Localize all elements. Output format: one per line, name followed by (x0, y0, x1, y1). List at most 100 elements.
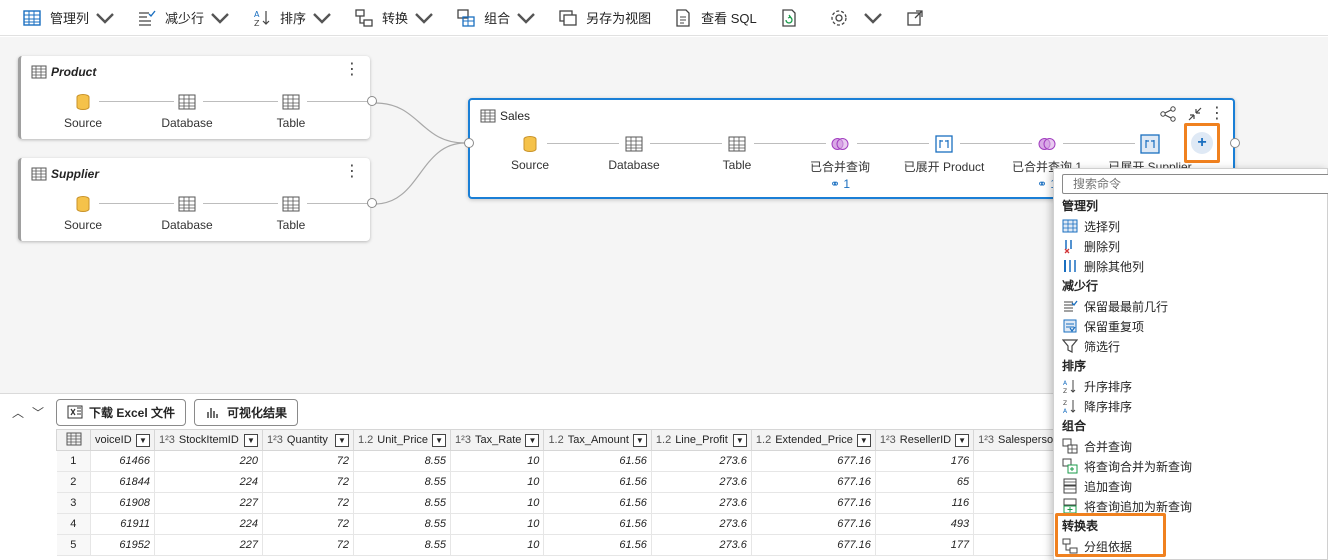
menu-item[interactable]: 将查询合并为新查询 (1062, 456, 1322, 476)
table-cell[interactable]: 177 (875, 534, 975, 556)
table-cell[interactable]: 677.16 (751, 450, 876, 472)
column-header[interactable]: 1²3 StockItemID ▼ (154, 429, 263, 451)
share-icon[interactable] (1159, 105, 1177, 123)
menu-item[interactable]: 分组依据 (1062, 536, 1322, 556)
transform-button[interactable]: 转换 (348, 4, 440, 32)
column-filter-icon[interactable]: ▼ (432, 433, 447, 447)
table-cell[interactable]: 61.56 (543, 534, 652, 556)
visualize-results-button[interactable]: 可视化结果 (194, 398, 299, 426)
refresh-button[interactable] (773, 4, 813, 32)
output-port[interactable] (1230, 138, 1240, 148)
input-port[interactable] (464, 138, 474, 148)
sort-button[interactable]: AZ 排序 (246, 4, 338, 32)
column-header[interactable]: 1²3 Quantity ▼ (262, 429, 354, 451)
menu-item[interactable]: 保留最最前几行 (1062, 296, 1322, 316)
table-cell[interactable]: 677.16 (751, 534, 876, 556)
step-database[interactable]: Database (142, 194, 232, 232)
column-header[interactable]: 1.2 Line_Profit ▼ (650, 429, 752, 451)
table-cell[interactable]: 677.16 (751, 471, 876, 493)
table-cell[interactable]: 8.55 (353, 450, 452, 472)
column-header[interactable]: 1²3 ResellerID ▼ (874, 429, 975, 451)
table-cell[interactable]: 227 (154, 492, 263, 514)
table-cell[interactable]: 273.6 (651, 534, 752, 556)
table-cell[interactable]: 61.56 (543, 492, 652, 514)
table-cell[interactable]: 10 (450, 471, 545, 493)
step-source[interactable]: Source (38, 92, 128, 130)
step-table[interactable]: Table (246, 92, 336, 130)
view-sql-button[interactable]: 查看 SQL (667, 4, 763, 32)
linked-query-count[interactable]: ⚭ 1 (795, 177, 885, 191)
table-cell[interactable]: 8.55 (353, 492, 452, 514)
table-cell[interactable]: 72 (262, 513, 354, 535)
table-cell[interactable]: 10 (450, 492, 545, 514)
column-filter-icon[interactable]: ▼ (856, 433, 871, 447)
more-options-icon[interactable]: ⋮ (344, 62, 360, 78)
step-merged-query[interactable]: 已合并查询 ⚭ 1 (795, 134, 885, 191)
table-row[interactable]: 5 61952 227 72 8.55 10 61.56 273.6 677.16 177 (56, 534, 1082, 556)
table-cell[interactable]: 116 (875, 492, 975, 514)
table-cell[interactable]: 61.56 (543, 513, 652, 535)
step-table[interactable]: Table (246, 194, 336, 232)
table-cell[interactable]: 8.55 (353, 471, 452, 493)
table-cell[interactable]: 493 (875, 513, 975, 535)
table-cell[interactable]: 61.56 (543, 450, 652, 472)
step-source[interactable]: Source (38, 194, 128, 232)
menu-item[interactable]: 筛选行 (1062, 336, 1322, 356)
menu-item[interactable]: Z A 降序排序 (1062, 396, 1322, 416)
table-cell[interactable]: 677.16 (751, 492, 876, 514)
step-expanded-product[interactable]: 已展开 Product (899, 134, 989, 175)
table-cell[interactable]: 677.16 (751, 513, 876, 535)
column-header[interactable]: 1.2 Extended_Price ▼ (750, 429, 876, 451)
column-filter-icon[interactable]: ▼ (244, 433, 258, 447)
menu-item[interactable]: 将查询追加为新查询 (1062, 496, 1322, 516)
table-cell[interactable]: 61908 (90, 492, 155, 514)
table-cell[interactable]: 224 (154, 513, 263, 535)
menu-item[interactable]: 选择列 (1062, 216, 1322, 236)
column-filter-icon[interactable]: ▼ (732, 433, 747, 447)
column-header[interactable]: 1.2 Tax_Amount ▼ (543, 429, 652, 451)
column-header[interactable]: 1.2 Unit_Price ▼ (352, 429, 452, 451)
download-excel-button[interactable]: 下载 Excel 文件 (56, 398, 187, 426)
menu-item[interactable]: 删除列 (1062, 236, 1322, 256)
table-cell[interactable]: 65 (875, 471, 975, 493)
table-cell[interactable]: 10 (450, 513, 545, 535)
menu-item[interactable]: 删除其他列 (1062, 256, 1322, 276)
table-cell[interactable]: 10 (450, 450, 545, 472)
table-cell[interactable]: 61911 (90, 513, 155, 535)
menu-item[interactable]: 合并查询 (1062, 436, 1322, 456)
more-options-icon[interactable]: ⋮ (1209, 106, 1225, 122)
column-filter-icon[interactable]: ▼ (632, 433, 647, 447)
column-filter-icon[interactable]: ▼ (955, 433, 970, 447)
output-port[interactable] (367, 198, 377, 208)
add-step-button[interactable]: + (1184, 123, 1220, 163)
table-cell[interactable]: 72 (262, 450, 354, 472)
table-cell[interactable]: 61466 (90, 450, 155, 472)
combine-button[interactable]: 组合 (450, 4, 542, 32)
table-row[interactable]: 1 61466 220 72 8.55 10 61.56 273.6 677.16 176 (56, 450, 1082, 472)
more-options-icon[interactable]: ⋮ (344, 164, 360, 180)
reduce-rows-button[interactable]: 减少行 (131, 4, 236, 32)
table-cell[interactable]: 72 (262, 492, 354, 514)
column-header[interactable]: 1²3 Tax_Rate ▼ (450, 429, 545, 451)
column-filter-icon[interactable]: ▼ (525, 433, 540, 447)
table-cell[interactable]: 176 (875, 450, 975, 472)
chevron-down-icon[interactable]: ﹀ (28, 404, 48, 421)
table-cell[interactable]: 273.6 (651, 471, 752, 493)
menu-item[interactable]: 保留重复项 (1062, 316, 1322, 336)
table-row[interactable]: 2 61844 224 72 8.55 10 61.56 273.6 677.16 65 (56, 471, 1082, 493)
menu-item[interactable]: A Z 升序排序 (1062, 376, 1322, 396)
output-port[interactable] (367, 96, 377, 106)
query-card-supplier[interactable]: Supplier ⋮ Source Database Table (18, 158, 377, 241)
query-card-product[interactable]: Product ⋮ Source Database Table (18, 56, 377, 139)
table-cell[interactable]: 227 (154, 534, 263, 556)
save-as-view-button[interactable]: 另存为视图 (552, 4, 657, 32)
manage-columns-button[interactable]: 管理列 (16, 4, 121, 32)
step-database[interactable]: Database (142, 92, 232, 130)
table-cell[interactable]: 8.55 (353, 534, 452, 556)
step-source[interactable]: Source (485, 134, 575, 172)
table-cell[interactable]: 273.6 (651, 450, 752, 472)
column-filter-icon[interactable]: ▼ (335, 433, 349, 447)
table-cell[interactable]: 273.6 (651, 492, 752, 514)
table-cell[interactable]: 72 (262, 534, 354, 556)
table-cell[interactable]: 273.6 (651, 513, 752, 535)
